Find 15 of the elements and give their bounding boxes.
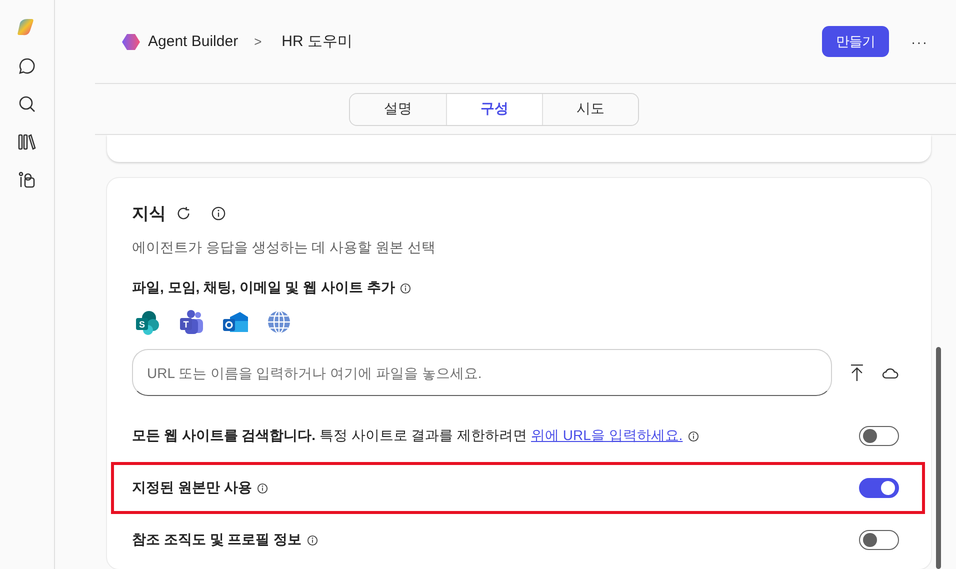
create-button[interactable]: 만들기 bbox=[822, 26, 889, 57]
subsection-heading: 파일, 모임, 채팅, 이메일 및 웹 사이트 추가 bbox=[132, 279, 395, 297]
option-label: 지정된 원본만 사용 bbox=[132, 479, 252, 497]
breadcrumb-link[interactable]: Agent Builder bbox=[148, 33, 238, 50]
option-label: 모든 웹 사이트를 검색합니다. 특정 사이트로 결과를 제한하려면 위에 URL을 입력하세요. bbox=[132, 427, 683, 445]
tab[interactable]: 구성 bbox=[446, 94, 542, 124]
link[interactable]: 위에 URL을 입력하세요. bbox=[531, 427, 683, 443]
section-description: 에이전트가 응답을 생성하는 데 사용할 원본 선택 bbox=[132, 239, 436, 257]
breadcrumb-separator: > bbox=[254, 34, 262, 49]
option-label: 참조 조직도 및 프로필 정보 bbox=[132, 531, 302, 549]
url-input-field[interactable]: URL 또는 이름을 입력하거나 여기에 파일을 놓으세요. bbox=[132, 349, 832, 396]
tab[interactable]: 시도 bbox=[542, 94, 638, 124]
more-button[interactable]: ··· bbox=[911, 34, 928, 50]
section-title: 지식 bbox=[132, 203, 166, 225]
breadcrumb-current: HR 도우미 bbox=[282, 32, 352, 51]
